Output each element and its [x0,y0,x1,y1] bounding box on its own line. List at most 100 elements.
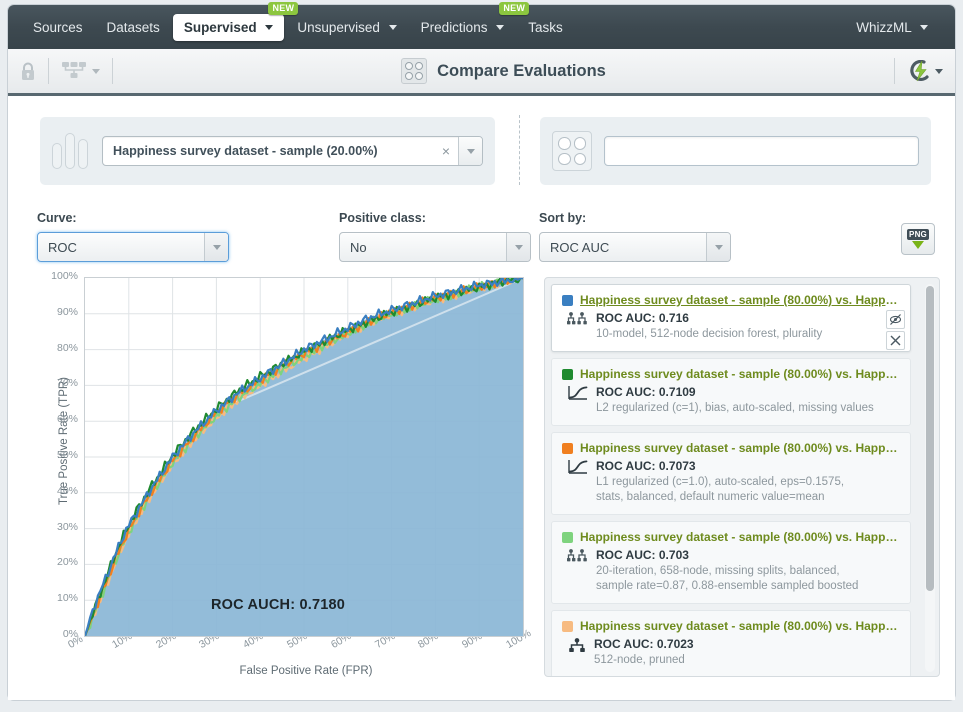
scrollbar-thumb[interactable] [926,286,934,591]
evaluation-description: 512-node, pruned [594,653,900,668]
curve-control: Curve: ROC [37,211,229,262]
evaluations-grid-icon [552,131,592,171]
positive-class-select-toggle[interactable] [506,233,530,261]
page-titlebar: Compare Evaluations [8,49,955,96]
actions-menu-button[interactable] [895,48,955,95]
sort-by-select[interactable]: ROC AUC [539,232,731,262]
chart-y-tick: 80% [26,342,78,354]
evaluation-title-link[interactable]: Happiness survey dataset - sample (80.00… [580,441,900,455]
evaluation-card[interactable]: Happiness survey dataset - sample (80.00… [551,284,911,352]
sitemap-icon [61,61,89,81]
evaluation-metric: ROC AUC: 0.7023 [594,636,900,652]
nav-item-datasets[interactable]: Datasets [96,14,171,41]
page-title: Compare Evaluations [113,58,894,84]
dataset-bars-icon [52,131,92,171]
chart-y-tick: 20% [26,556,78,568]
evaluation-card[interactable]: Happiness survey dataset - sample (80.00… [551,610,911,677]
evaluation-description: L1 regularized (c=1.0), auto-scaled, eps… [596,475,900,505]
nav-item-supervised[interactable]: Supervised NEW [173,14,285,41]
page-root: Sources Datasets Supervised NEW Unsuperv… [0,0,963,712]
logistic-regression-icon [567,384,589,416]
chevron-down-icon [389,25,397,30]
chart-y-tick: 90% [26,306,78,318]
sitemap-button[interactable] [49,48,112,95]
chart-y-tick: 60% [26,413,78,425]
curve-select-value: ROC [38,240,204,255]
chart-x-axis-title: False Positive Rate (FPR) [86,665,526,677]
chevron-down-icon [496,25,504,30]
controls-row: Curve: ROC Positive class: No [8,203,955,263]
evaluation-description: 20-iteration, 658-node, missing splits, … [596,564,900,594]
nav-label: Tasks [528,20,563,35]
chevron-down-icon [715,245,723,250]
nav-item-sources[interactable]: Sources [22,14,94,41]
positive-class-select-value: No [340,240,506,255]
roc-chart: True Positive Rate (TPR) False Positive … [26,267,536,687]
evaluation-card[interactable]: Happiness survey dataset - sample (80.00… [551,432,911,515]
page-body: Happiness survey dataset - sample (20.00… [8,99,955,700]
evaluations-scrollbar[interactable] [925,284,935,672]
chart-y-tick: 30% [26,521,78,533]
nav-item-whizzml[interactable]: WhizzML [845,14,939,41]
lightning-bolt-icon [907,60,933,82]
series-color-swatch[interactable] [562,532,573,543]
positive-class-select[interactable]: No [339,232,531,262]
evaluations-list-panel[interactable]: Happiness survey dataset - sample (80.00… [544,277,940,677]
evaluation-card[interactable]: Happiness survey dataset - sample (80.00… [551,521,911,604]
dataset-selector-group: Happiness survey dataset - sample (20.00… [40,117,495,185]
evaluation-card[interactable]: Happiness survey dataset - sample (80.00… [551,358,911,426]
series-color-swatch[interactable] [562,369,573,380]
evaluation-body: ROC AUC: 0.7023512-node, pruned [562,636,900,668]
png-label: PNG [907,229,929,240]
dataset-select[interactable]: Happiness survey dataset - sample (20.00… [102,136,483,166]
nav-label: Unsupervised [297,20,380,35]
remove-evaluation-icon[interactable] [886,331,905,350]
sort-by-select-toggle[interactable] [706,233,730,261]
nav-item-predictions[interactable]: Predictions NEW [410,14,516,41]
download-arrow-icon [912,241,924,249]
dataset-select-toggle[interactable] [458,137,482,165]
nav-label: WhizzML [856,20,911,35]
evaluation-title-row: Happiness survey dataset - sample (80.00… [562,530,900,544]
chevron-down-icon [265,25,273,30]
positive-class-label: Positive class: [339,211,531,225]
lock-button[interactable] [8,48,48,95]
evaluation-title-link[interactable]: Happiness survey dataset - sample (80.00… [580,293,900,307]
sort-by-select-value: ROC AUC [540,240,706,255]
selector-divider [519,115,520,185]
evaluation-title-link[interactable]: Happiness survey dataset - sample (80.00… [580,619,900,633]
new-badge: NEW [499,2,529,15]
sort-by-label: Sort by: [539,211,731,225]
evaluation-title-link[interactable]: Happiness survey dataset - sample (80.00… [580,367,900,381]
series-color-swatch[interactable] [562,443,573,454]
hide-evaluation-icon[interactable] [886,310,905,329]
compare-evaluations-icon [401,58,427,84]
nav-label: Supervised [184,20,257,35]
chart-y-tick: 40% [26,485,78,497]
evaluation-metric: ROC AUC: 0.7073 [596,458,900,474]
nav-item-tasks[interactable]: Tasks [517,14,574,41]
evaluation-title-row: Happiness survey dataset - sample (80.00… [562,619,900,633]
evaluation-text-block: ROC AUC: 0.71610-model, 512-node decisio… [596,310,900,342]
chart-auch-annotation: ROC AUCH: 0.7180 [211,597,345,613]
nav-label: Datasets [107,20,160,35]
evaluation-search-group [540,117,931,185]
download-png-button[interactable]: PNG [901,223,935,255]
evaluation-body: ROC AUC: 0.7073L1 regularized (c=1.0), a… [562,458,900,505]
curve-label: Curve: [37,211,229,225]
series-color-swatch[interactable] [562,295,573,306]
evaluation-title-link[interactable]: Happiness survey dataset - sample (80.00… [580,530,900,544]
evaluation-text-block: ROC AUC: 0.7073L1 regularized (c=1.0), a… [596,458,900,505]
evaluation-metric: ROC AUC: 0.716 [596,310,900,326]
evaluation-search-input[interactable] [604,136,919,166]
nav-item-unsupervised[interactable]: Unsupervised [286,14,407,41]
clear-dataset-icon[interactable]: × [434,143,458,159]
chevron-down-icon [935,69,943,74]
evaluation-text-block: ROC AUC: 0.7023512-node, pruned [594,636,900,668]
evaluation-metric: ROC AUC: 0.703 [596,547,900,563]
evaluation-description: 10-model, 512-node decision forest, plur… [596,327,900,342]
curve-select[interactable]: ROC [37,232,229,262]
series-color-swatch[interactable] [562,621,573,632]
chart-y-tick: 50% [26,449,78,461]
curve-select-toggle[interactable] [204,233,228,261]
